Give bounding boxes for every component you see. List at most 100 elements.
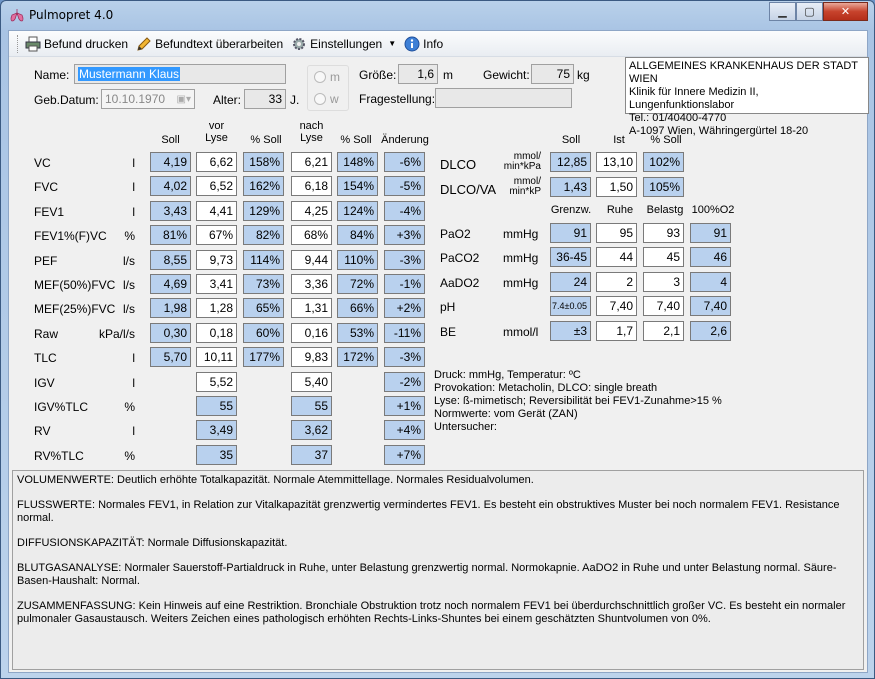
lung-cell-vor[interactable]: 55 (196, 396, 237, 416)
age-field[interactable]: 33 (244, 89, 286, 109)
lung-cell-chg[interactable]: -1% (384, 274, 425, 294)
lung-cell-chg[interactable]: -3% (384, 249, 425, 270)
dlco-cell-pct[interactable]: 102% (643, 152, 684, 172)
lung-cell-soll[interactable]: 0,30 (150, 322, 191, 343)
lung-cell-p2[interactable]: 148% (337, 152, 378, 172)
calendar-dropdown-icon[interactable]: ▣▾ (177, 92, 191, 108)
title-bar[interactable]: Pulmopret 4.0 ▁ ▢ ✕ (1, 1, 874, 29)
lung-cell-nach[interactable]: 9,44 (291, 249, 332, 270)
lung-cell-p2[interactable]: 72% (337, 274, 378, 294)
bga-cell-grenz[interactable]: 36-45 (550, 247, 591, 268)
bga-cell-grenz[interactable]: 91 (550, 223, 591, 243)
lung-cell-p2[interactable]: 154% (337, 176, 378, 197)
lung-cell-vor[interactable]: 6,62 (196, 152, 237, 172)
lung-cell-p1[interactable]: 114% (243, 249, 284, 270)
radio-m[interactable] (314, 71, 326, 83)
bga-cell-belastg[interactable]: 3 (643, 271, 684, 292)
dlco-cell-pct[interactable]: 105% (643, 177, 684, 197)
bga-cell-belastg[interactable]: 45 (643, 247, 684, 268)
lung-cell-nach[interactable]: 1,31 (291, 298, 332, 319)
dob-field[interactable]: 10.10.1970 ▣▾ (101, 89, 195, 109)
lung-cell-p1[interactable]: 177% (243, 347, 284, 368)
lung-cell-soll[interactable]: 4,02 (150, 176, 191, 197)
lung-cell-vor[interactable]: 10,11 (196, 347, 237, 368)
lung-cell-nach[interactable]: 3,62 (291, 420, 332, 441)
height-field[interactable]: 1,6 (398, 64, 438, 84)
bga-cell-o2[interactable]: 91 (690, 223, 731, 243)
lung-cell-nach[interactable]: 9,83 (291, 347, 332, 368)
lung-cell-vor[interactable]: 67% (196, 225, 237, 246)
bga-cell-belastg[interactable]: 93 (643, 223, 684, 243)
lung-cell-chg[interactable]: -3% (384, 347, 425, 368)
lung-cell-p1[interactable]: 158% (243, 152, 284, 172)
lung-cell-nach[interactable]: 55 (291, 396, 332, 416)
lung-cell-chg[interactable]: -11% (384, 322, 425, 343)
lung-cell-nach[interactable]: 6,21 (291, 152, 332, 172)
lung-cell-soll[interactable]: 81% (150, 225, 191, 246)
bga-cell-belastg[interactable]: 2,1 (643, 320, 684, 341)
bga-cell-ruhe[interactable]: 95 (596, 223, 637, 243)
name-field[interactable]: Mustermann Klaus (74, 64, 286, 84)
lung-cell-vor[interactable]: 3,49 (196, 420, 237, 441)
lung-cell-nach[interactable]: 3,36 (291, 274, 332, 294)
lung-cell-chg[interactable]: -2% (384, 371, 425, 392)
dlco-cell-soll[interactable]: 12,85 (550, 152, 591, 172)
info-button[interactable]: Info (404, 36, 443, 52)
lung-cell-soll[interactable]: 4,69 (150, 274, 191, 294)
lung-cell-chg[interactable]: +3% (384, 225, 425, 246)
lung-cell-soll[interactable]: 5,70 (150, 347, 191, 368)
lung-cell-p1[interactable]: 73% (243, 274, 284, 294)
lung-cell-nach[interactable]: 5,40 (291, 371, 332, 392)
lung-cell-soll[interactable]: 1,98 (150, 298, 191, 319)
bga-cell-ruhe[interactable]: 44 (596, 247, 637, 268)
bga-cell-o2[interactable]: 2,6 (690, 320, 731, 341)
bga-cell-ruhe[interactable]: 2 (596, 271, 637, 292)
lung-cell-vor[interactable]: 35 (196, 444, 237, 465)
bga-cell-grenz[interactable]: 24 (550, 271, 591, 292)
lung-cell-nach[interactable]: 37 (291, 444, 332, 465)
lung-cell-vor[interactable]: 9,73 (196, 249, 237, 270)
print-button[interactable]: Befund drucken (25, 36, 128, 52)
lung-cell-vor[interactable]: 3,41 (196, 274, 237, 294)
lung-cell-p1[interactable]: 65% (243, 298, 284, 319)
lung-cell-p2[interactable]: 124% (337, 200, 378, 221)
bga-cell-o2[interactable]: 46 (690, 247, 731, 268)
minimize-button[interactable]: ▁ (769, 2, 796, 21)
lung-cell-nach[interactable]: 68% (291, 225, 332, 246)
lung-cell-chg[interactable]: +2% (384, 298, 425, 319)
lung-cell-chg[interactable]: -6% (384, 152, 425, 172)
bga-cell-grenz[interactable]: ±3 (550, 320, 591, 341)
settings-menu[interactable]: Einstellungen ▼ (291, 36, 396, 52)
lung-cell-vor[interactable]: 1,28 (196, 298, 237, 319)
lung-cell-soll[interactable]: 8,55 (150, 249, 191, 270)
lung-cell-vor[interactable]: 6,52 (196, 176, 237, 197)
edit-report-button[interactable]: Befundtext überarbeiten (136, 36, 283, 52)
dlco-cell-ist[interactable]: 13,10 (596, 152, 637, 172)
lung-cell-vor[interactable]: 0,18 (196, 322, 237, 343)
lung-cell-p2[interactable]: 84% (337, 225, 378, 246)
question-field[interactable] (435, 88, 572, 108)
radio-w[interactable] (314, 93, 326, 105)
lung-cell-vor[interactable]: 5,52 (196, 371, 237, 392)
dlco-cell-soll[interactable]: 1,43 (550, 177, 591, 197)
toolbar-grip[interactable] (17, 34, 20, 53)
dlco-cell-ist[interactable]: 1,50 (596, 177, 637, 197)
bga-cell-grenz[interactable]: 7.4±0.05 (550, 296, 591, 317)
bga-cell-ruhe[interactable]: 7,40 (596, 296, 637, 317)
lung-cell-p1[interactable]: 162% (243, 176, 284, 197)
lung-cell-vor[interactable]: 4,41 (196, 200, 237, 221)
weight-field[interactable]: 75 (531, 64, 574, 84)
lung-cell-nach[interactable]: 0,16 (291, 322, 332, 343)
bga-cell-o2[interactable]: 4 (690, 271, 731, 292)
lung-cell-chg[interactable]: +1% (384, 396, 425, 416)
lung-cell-p2[interactable]: 66% (337, 298, 378, 319)
lung-cell-soll[interactable]: 4,19 (150, 152, 191, 172)
lung-cell-p2[interactable]: 110% (337, 249, 378, 270)
maximize-button[interactable]: ▢ (796, 2, 823, 21)
lung-cell-soll[interactable]: 3,43 (150, 200, 191, 221)
lung-cell-nach[interactable]: 6,18 (291, 176, 332, 197)
lung-cell-p1[interactable]: 60% (243, 322, 284, 343)
lung-cell-p1[interactable]: 82% (243, 225, 284, 246)
lung-cell-chg[interactable]: +7% (384, 444, 425, 465)
bga-cell-ruhe[interactable]: 1,7 (596, 320, 637, 341)
